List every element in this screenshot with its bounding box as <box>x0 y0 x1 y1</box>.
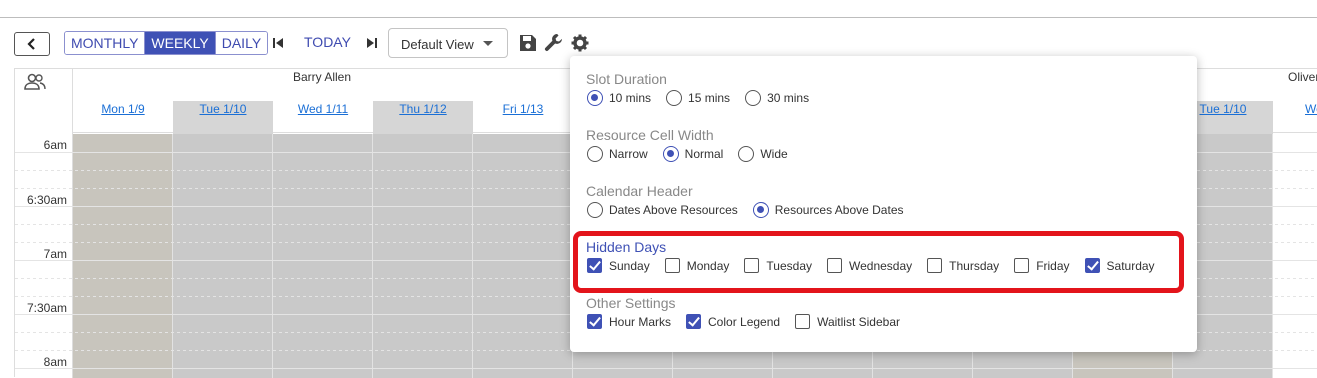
resources-above-dates-option[interactable]: Resources Above Dates <box>752 202 904 218</box>
slot-duration-options: 10 mins 15 mins 30 mins <box>587 90 824 106</box>
waitlist-sidebar-option[interactable]: Waitlist Sidebar <box>795 314 900 329</box>
option-label: Hour Marks <box>609 314 672 329</box>
skip-next-icon[interactable] <box>366 37 378 49</box>
radio-button[interactable] <box>745 90 762 106</box>
view-select[interactable]: Default View <box>388 28 508 58</box>
calendar-header-title: Calendar Header <box>586 183 693 199</box>
weekly-view-button[interactable]: WEEKLY <box>145 32 216 54</box>
day-header-link[interactable]: Wed <box>1305 102 1317 116</box>
settings-panel: Slot Duration 10 mins 15 mins 30 mins Re… <box>570 56 1197 352</box>
chevron-left-icon <box>27 38 35 50</box>
day-header-link[interactable]: Tue 1/10 <box>1200 102 1247 116</box>
dates-above-resources-option[interactable]: Dates Above Resources <box>587 202 738 218</box>
cell-width-options: Narrow Normal Wide <box>587 146 803 162</box>
day-header[interactable]: Wed 1/11 <box>273 101 373 134</box>
option-label: Narrow <box>609 147 648 161</box>
time-label: 8am <box>43 355 67 369</box>
day-header-link[interactable]: Fri 1/13 <box>503 102 544 116</box>
time-label: 7:30am <box>26 301 67 315</box>
checkbox[interactable] <box>686 314 702 329</box>
slot-15-option[interactable]: 15 mins <box>666 90 730 106</box>
save-icon[interactable] <box>519 34 537 52</box>
day-header[interactable]: Mon 1/9 <box>73 101 173 134</box>
tool-icons <box>519 33 589 53</box>
slot-30-option[interactable]: 30 mins <box>745 90 809 106</box>
back-button[interactable] <box>14 32 50 56</box>
radio-button[interactable] <box>752 202 769 218</box>
top-divider <box>0 17 1317 18</box>
hidden-days-highlight <box>573 231 1184 293</box>
time-label: 7am <box>43 247 67 261</box>
slot-10-option[interactable]: 10 mins <box>587 90 651 106</box>
day-header-link[interactable]: Thu 1/12 <box>399 102 446 116</box>
slot-duration-title: Slot Duration <box>586 71 667 87</box>
radio-button[interactable] <box>587 146 603 162</box>
monthly-view-button[interactable]: MONTHLY <box>65 32 146 54</box>
today-button[interactable]: TODAY <box>304 34 351 50</box>
calendar-header-options: Dates Above Resources Resources Above Da… <box>587 202 919 218</box>
option-label: 30 mins <box>767 91 810 105</box>
radio-button[interactable] <box>738 146 755 162</box>
day-header-link[interactable]: Tue 1/10 <box>200 102 247 116</box>
view-select-value: Default View <box>401 37 474 52</box>
day-header[interactable]: Wed <box>1273 101 1317 134</box>
option-label: 15 mins <box>688 91 731 105</box>
width-wide-option[interactable]: Wide <box>738 146 788 162</box>
width-normal-option[interactable]: Normal <box>662 146 724 162</box>
color-legend-option[interactable]: Color Legend <box>686 314 780 329</box>
width-narrow-option[interactable]: Narrow <box>587 146 648 162</box>
gear-icon[interactable] <box>571 34 589 52</box>
time-label: 6:30am <box>26 193 67 207</box>
checkbox[interactable] <box>795 314 811 329</box>
checkbox[interactable] <box>587 314 602 329</box>
day-header-link[interactable]: Mon 1/9 <box>101 102 144 116</box>
resources-icon[interactable] <box>23 73 47 91</box>
option-label: Dates Above Resources <box>609 203 738 217</box>
option-label: Waitlist Sidebar <box>817 314 900 329</box>
day-header-link[interactable]: Wed 1/11 <box>298 102 348 116</box>
skip-previous-icon[interactable] <box>272 37 284 49</box>
radio-button[interactable] <box>587 202 603 218</box>
option-label: Color Legend <box>708 314 781 329</box>
hour-marks-option[interactable]: Hour Marks <box>587 314 671 329</box>
view-toggle-group: MONTHLY WEEKLY DAILY <box>64 31 269 55</box>
radio-button[interactable] <box>662 146 679 162</box>
option-label: Normal <box>684 147 724 161</box>
other-settings-options: Hour Marks Color Legend Waitlist Sidebar <box>587 314 915 329</box>
day-header[interactable]: Fri 1/13 <box>473 101 573 134</box>
option-label: Resources Above Dates <box>774 203 904 217</box>
radio-button[interactable] <box>587 90 603 106</box>
resource-name: Barry Allen <box>293 70 352 84</box>
option-label: Wide <box>760 147 788 161</box>
toolbar: MONTHLY WEEKLY DAILY TODAY Default View <box>0 28 1317 58</box>
option-label: 10 mins <box>609 91 652 105</box>
time-label: 6am <box>43 138 67 152</box>
radio-button[interactable] <box>666 90 683 106</box>
daily-view-button[interactable]: DAILY <box>215 32 268 54</box>
dropdown-caret-icon <box>483 41 493 46</box>
other-settings-title: Other Settings <box>586 295 676 311</box>
day-header[interactable]: Tue 1/10 <box>173 101 273 134</box>
wrench-icon[interactable] <box>544 33 564 53</box>
day-header[interactable]: Thu 1/12 <box>373 101 473 134</box>
hour-line <box>15 368 1317 369</box>
cell-width-title: Resource Cell Width <box>586 127 714 143</box>
resource-name: Oliver <box>1288 70 1317 84</box>
